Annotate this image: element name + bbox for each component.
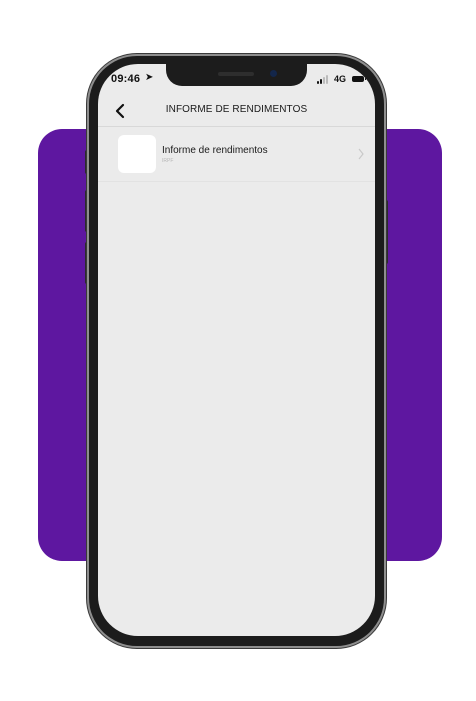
document-thumbnail [118,135,156,173]
notch [166,64,307,86]
phone-screen: 09:46 ➤ 4G INFORME DE RENDIMENTOS Inform… [98,64,375,636]
speaker-grille [218,72,254,76]
page-title: INFORME DE RENDIMENTOS [165,104,308,115]
list-item-title: Informe de rendimentos [162,145,268,156]
navigation-bar: INFORME DE RENDIMENTOS [98,98,375,127]
status-time: 09:46 [111,73,141,85]
list-item-informe[interactable]: Informe de rendimentos IRPF [98,127,375,182]
list-item-subtitle: IRPF [162,158,174,164]
power-button [384,200,388,264]
camera-icon [270,70,277,77]
signal-bars-icon [317,75,331,84]
location-arrow-icon: ➤ [145,72,154,83]
battery-icon [352,76,366,82]
network-type: 4G [334,74,347,84]
chevron-right-icon [358,148,364,160]
